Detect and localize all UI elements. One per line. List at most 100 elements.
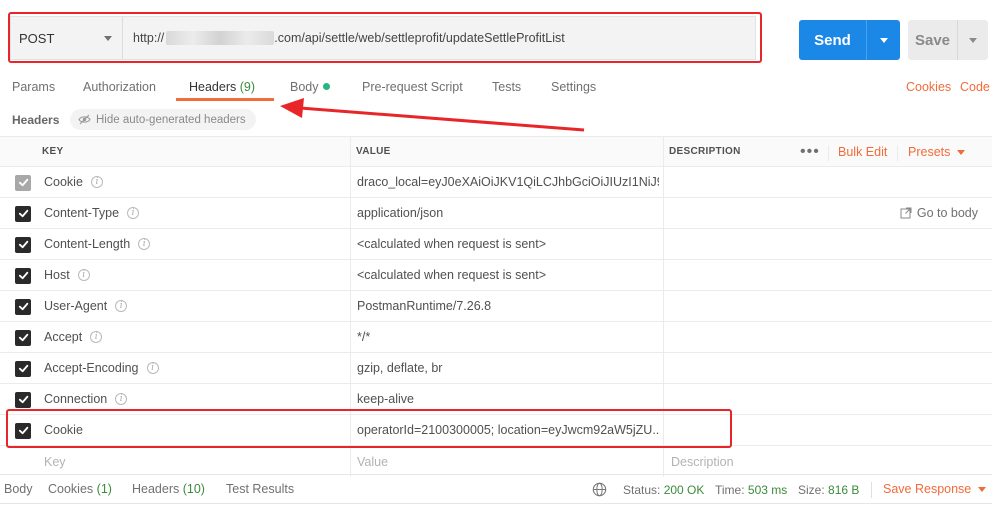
header-key: Host [44,268,70,282]
cookies-link[interactable]: Cookies [906,80,951,94]
row-checkbox[interactable] [15,267,31,284]
header-value-cell[interactable]: PostmanRuntime/7.26.8 [357,291,659,321]
table-row: User-Agent i PostmanRuntime/7.26.8 [0,291,992,322]
new-description-input[interactable]: Description [671,446,734,477]
header-description-cell[interactable] [669,322,869,352]
header-key-cell[interactable]: Content-Type i [44,198,140,228]
globe-icon[interactable] [592,482,607,497]
header-value-cell[interactable]: <calculated when request is sent> [357,229,659,259]
new-header-row: Key Value Description [0,446,992,477]
tab-settings[interactable]: Settings [551,80,596,94]
check-icon [18,426,28,435]
check-icon [18,302,28,311]
header-key: Accept-Encoding [44,361,139,375]
save-label: Save [908,20,958,60]
hide-auto-label: Hide auto-generated headers [96,113,246,126]
tab-headers[interactable]: Headers (9) [189,80,255,94]
row-checkbox[interactable] [15,205,31,222]
header-key-cell[interactable]: Accept i [44,322,103,352]
header-value-cell[interactable]: draco_local=eyJ0eXAiOiJKV1QiLCJhbGciOiJI… [357,167,659,197]
header-key-cell[interactable]: User-Agent i [44,291,128,321]
header-key-cell[interactable]: Accept-Encoding i [44,353,159,383]
header-key: Connection [44,392,108,406]
header-value-cell[interactable]: keep-alive [357,384,659,414]
header-description-cell[interactable] [669,353,869,383]
header-key-cell[interactable]: Connection i [44,384,128,414]
request-bar: POST http:// .com/api/settle/web/settlep… [10,16,756,60]
info-icon[interactable]: i [90,176,103,188]
header-key-cell[interactable]: Cookie i [44,167,103,197]
row-checkbox[interactable] [15,298,31,315]
info-icon[interactable]: i [90,331,103,343]
table-row: Connection i keep-alive [0,384,992,415]
new-value-input[interactable]: Value [357,446,388,477]
header-description-cell[interactable] [669,229,869,259]
presets-dropdown[interactable]: Presets [908,137,966,166]
hide-auto-generated-button[interactable]: Hide auto-generated headers [70,109,256,130]
row-checkbox[interactable] [15,391,31,408]
header-value-cell[interactable]: */* [357,322,659,352]
new-key-input[interactable]: Key [44,446,66,477]
more-icon[interactable]: ••• [800,137,820,166]
table-row: Host i <calculated when request is sent> [0,260,992,291]
header-value: <calculated when request is sent> [357,268,547,282]
tab-authorization[interactable]: Authorization [83,80,156,94]
url-input[interactable]: http:// .com/api/settle/web/settleprofit… [123,17,755,59]
header-value: gzip, deflate, br [357,361,443,375]
info-icon[interactable]: i [138,238,151,250]
info-icon[interactable]: i [146,362,159,374]
send-button[interactable]: Send [799,20,900,60]
check-icon [18,178,28,187]
code-link[interactable]: Code [960,80,990,94]
response-tab-headers[interactable]: Headers (10) [132,482,205,496]
chevron-down-icon [104,36,112,41]
header-key-cell[interactable]: Content-Length i [44,229,151,259]
response-tab-body[interactable]: Body [4,482,33,496]
header-value: <calculated when request is sent> [357,237,547,251]
send-dropdown[interactable] [867,20,900,60]
tab-body[interactable]: Body [290,80,330,94]
go-to-body-link[interactable]: Go to body [900,198,978,228]
response-tab-test-results[interactable]: Test Results [226,482,294,496]
row-checkbox[interactable] [15,329,31,346]
save-dropdown[interactable] [958,20,988,60]
header-description-cell[interactable] [669,415,869,445]
save-response-dropdown[interactable]: Save Response [883,482,987,496]
bulk-edit-button[interactable]: Bulk Edit [838,137,887,166]
header-value: keep-alive [357,392,414,406]
response-bar: Body Cookies (1) Headers (10) Test Resul… [0,474,992,504]
header-description-cell[interactable] [669,291,869,321]
tab-params[interactable]: Params [12,80,55,94]
table-row: Accept-Encoding i gzip, deflate, br [0,353,992,384]
info-icon[interactable]: i [115,393,128,405]
column-value: VALUE [356,146,391,157]
tab-pre-request-script[interactable]: Pre-request Script [362,80,463,94]
header-key: Cookie [44,423,83,437]
check-icon [18,240,28,249]
header-value-cell[interactable]: application/json [357,198,659,228]
row-checkbox[interactable] [15,360,31,377]
info-icon[interactable]: i [127,207,140,219]
row-checkbox[interactable] [15,236,31,253]
header-value-cell[interactable]: <calculated when request is sent> [357,260,659,290]
header-description-cell[interactable] [669,384,869,414]
response-tab-cookies[interactable]: Cookies (1) [48,482,112,496]
header-key: Accept [44,330,83,344]
header-key-cell[interactable]: Cookie [44,415,83,445]
check-icon [18,271,28,280]
header-description-cell[interactable] [669,167,869,197]
check-icon [18,333,28,342]
header-description-cell[interactable] [669,260,869,290]
info-icon[interactable]: i [77,269,90,281]
row-checkbox[interactable] [15,422,31,439]
method-label: POST [19,30,55,46]
method-select[interactable]: POST [11,17,123,59]
header-value-cell[interactable]: operatorId=2100300005; location=eyJwcm92… [357,415,659,445]
header-key-cell[interactable]: Host i [44,260,90,290]
header-value-cell[interactable]: gzip, deflate, br [357,353,659,383]
save-button[interactable]: Save [908,20,988,60]
tab-tests[interactable]: Tests [492,80,521,94]
info-icon[interactable]: i [115,300,128,312]
time-readout: Time: 503 ms [715,483,788,497]
header-description-cell[interactable] [669,198,869,228]
